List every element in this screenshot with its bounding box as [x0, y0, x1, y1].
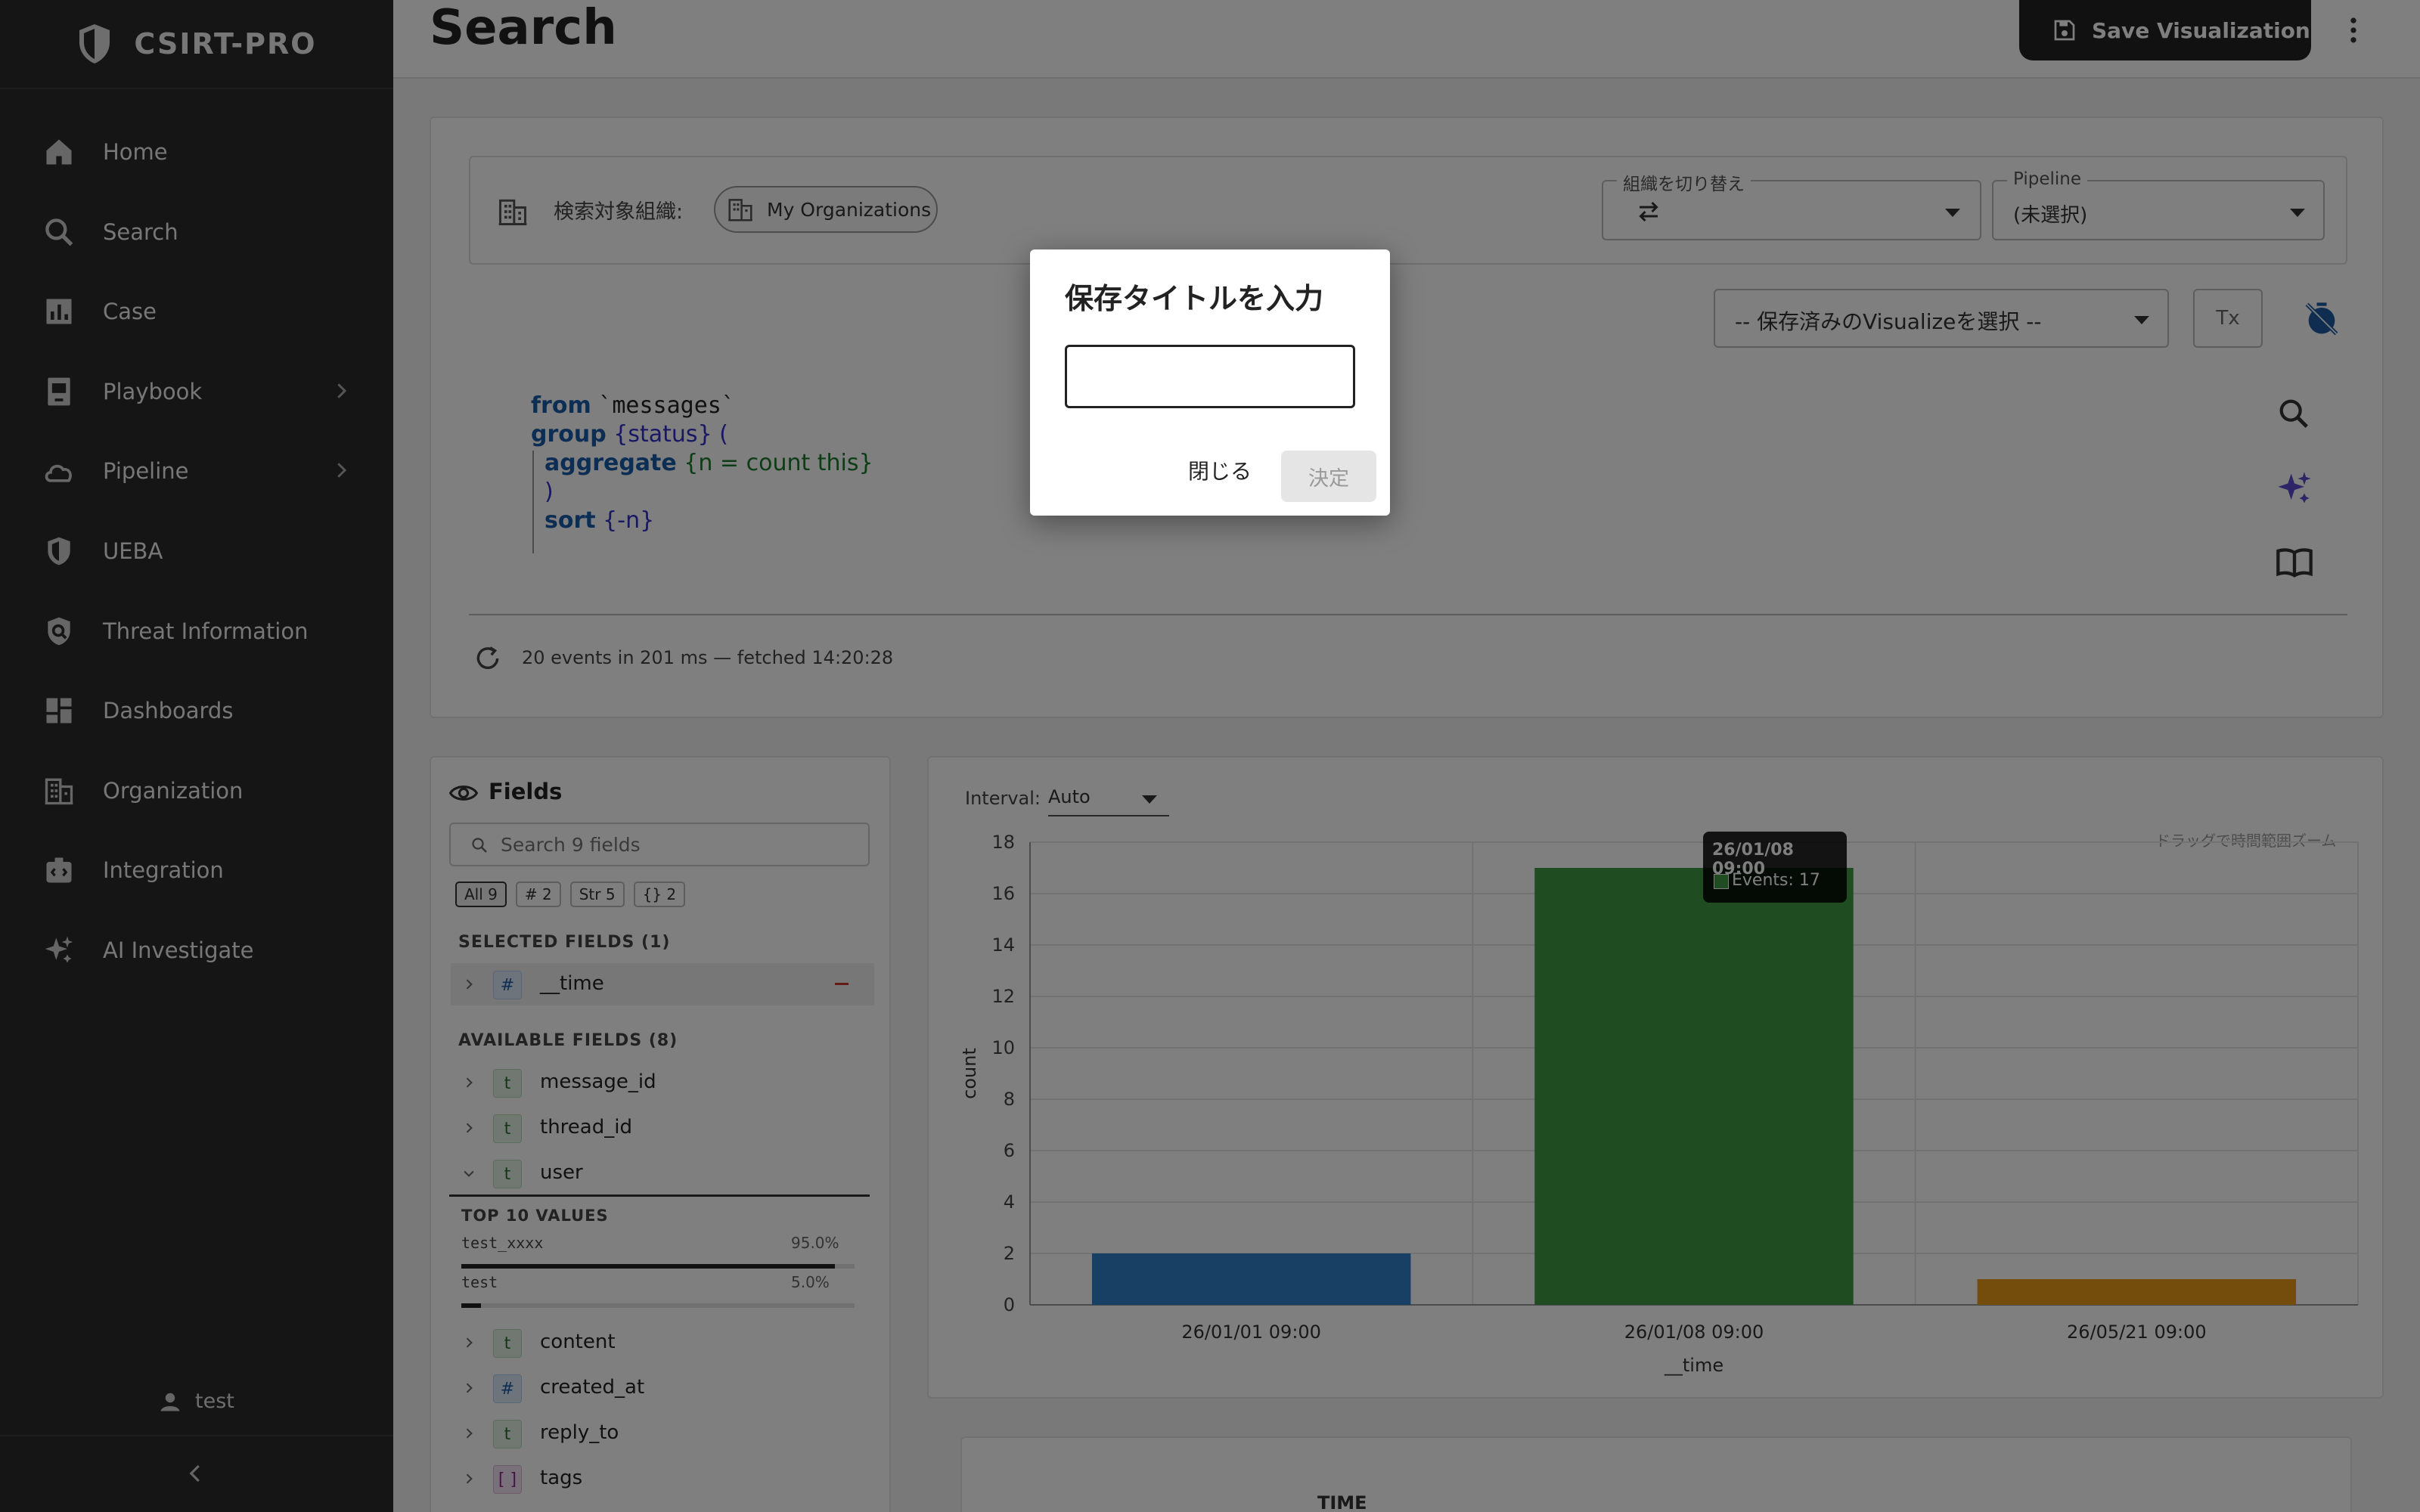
- close-button-label: 閉じる: [1187, 459, 1252, 484]
- modal-overlay[interactable]: [0, 0, 2420, 1512]
- dialog-title: 保存タイトルを入力: [1065, 282, 1324, 315]
- confirm-button[interactable]: 決定: [1281, 451, 1376, 502]
- save-title-dialog: 保存タイトルを入力 閉じる 決定: [1030, 249, 1390, 516]
- close-button[interactable]: 閉じる: [1178, 446, 1261, 494]
- save-title-input[interactable]: [1065, 345, 1355, 408]
- confirm-button-label: 決定: [1308, 466, 1349, 491]
